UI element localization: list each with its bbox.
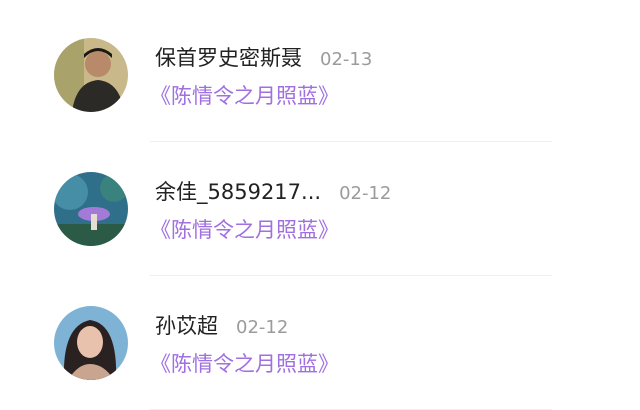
user-name[interactable]: 保首罗史密斯聂 — [155, 42, 302, 72]
avatar-woman-photo — [54, 306, 128, 380]
follower-list: 保首罗史密斯聂 02-13 《陈情令之月照蓝》 余佳_5859217... 02… — [0, 0, 640, 410]
avatar[interactable] — [54, 38, 128, 112]
work-title-link[interactable]: 《陈情令之月照蓝》 — [150, 214, 339, 244]
avatar[interactable] — [54, 306, 128, 380]
avatar-mushroom-scene — [54, 172, 128, 246]
list-item[interactable]: 余佳_5859217... 02-12 《陈情令之月照蓝》 — [0, 142, 640, 276]
avatar[interactable] — [54, 172, 128, 246]
post-date: 02-13 — [320, 49, 373, 70]
post-date: 02-12 — [236, 317, 289, 338]
user-name[interactable]: 余佳_5859217... — [155, 176, 321, 206]
post-date: 02-12 — [339, 183, 392, 204]
list-item[interactable]: 孙苡超 02-12 《陈情令之月照蓝》 — [0, 276, 640, 410]
work-title-link[interactable]: 《陈情令之月照蓝》 — [150, 80, 339, 110]
user-name[interactable]: 孙苡超 — [155, 310, 218, 340]
avatar-man-photo — [54, 38, 128, 112]
work-title-link[interactable]: 《陈情令之月照蓝》 — [150, 348, 339, 378]
list-item[interactable]: 保首罗史密斯聂 02-13 《陈情令之月照蓝》 — [0, 8, 640, 142]
